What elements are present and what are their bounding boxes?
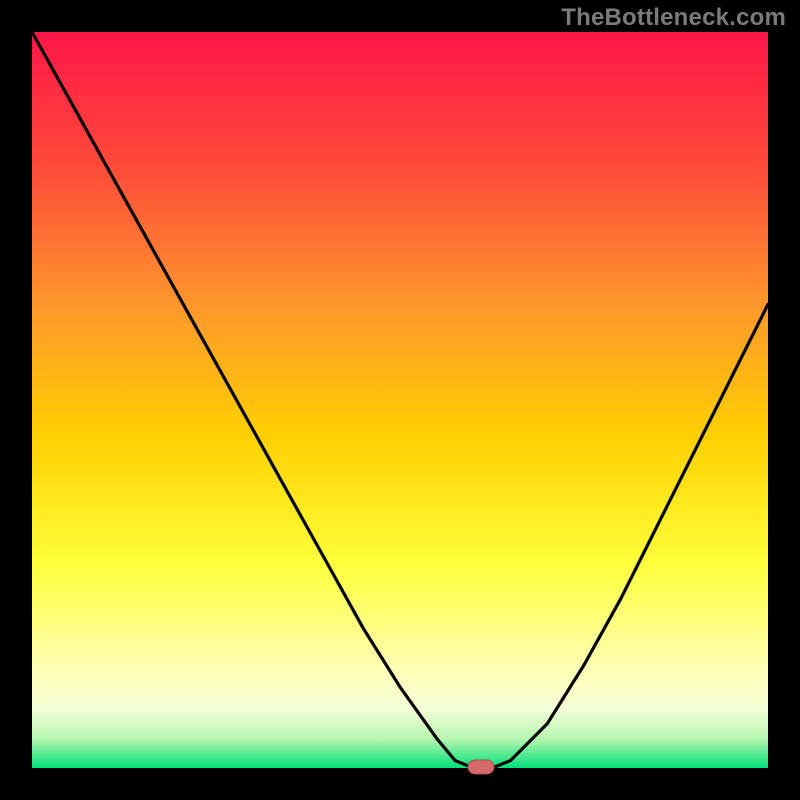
- optimal-marker: [468, 760, 494, 774]
- gradient-plot-area: [32, 32, 768, 768]
- watermark-text: TheBottleneck.com: [561, 4, 786, 32]
- chart-frame: { "watermark": "TheBottleneck.com", "col…: [0, 0, 800, 800]
- chart-svg: [0, 0, 800, 800]
